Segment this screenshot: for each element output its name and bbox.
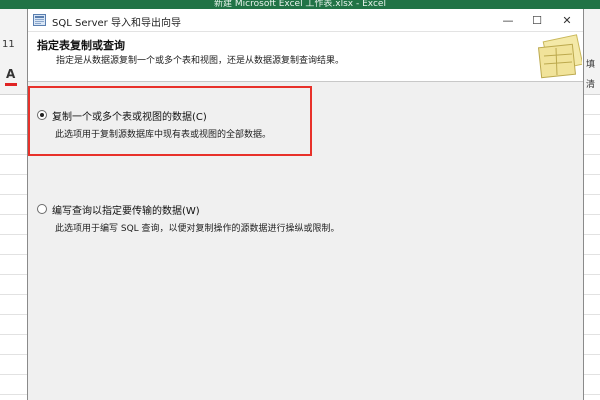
- fill-button[interactable]: 填: [586, 57, 595, 70]
- wizard-header: 指定表复制或查询 指定是从数据源复制一个或多个表和视图，还是从数据源复制查询结果…: [28, 32, 583, 82]
- option-copy-tables-description: 此选项用于复制源数据库中现有表或视图的全部数据。: [55, 130, 272, 140]
- wizard-table-icon: [537, 34, 582, 79]
- font-size-box[interactable]: 11: [2, 39, 15, 50]
- import-export-wizard-dialog: SQL Server 导入和导出向导 — ☐ ✕ 指定表复制或查询 指定是从数据…: [27, 9, 584, 400]
- minimize-button[interactable]: —: [493, 9, 523, 32]
- sql-server-icon: [33, 14, 46, 26]
- radio-write-query[interactable]: [37, 204, 47, 214]
- excel-left-panel: 11 A: [0, 9, 27, 400]
- option-write-query-description: 此选项用于编写 SQL 查询，以便对复制操作的源数据进行操纵或限制。: [55, 224, 340, 234]
- close-button[interactable]: ✕: [552, 9, 582, 32]
- excel-right-panel: 填 清: [584, 9, 600, 400]
- dialog-titlebar[interactable]: SQL Server 导入和导出向导 — ☐ ✕: [28, 9, 583, 32]
- maximize-button[interactable]: ☐: [522, 9, 552, 32]
- option-copy-tables-label[interactable]: 复制一个或多个表或视图的数据(C): [52, 108, 207, 123]
- excel-ribbon-left: 11 A: [0, 9, 27, 95]
- worksheet-grid-left[interactable]: [0, 95, 27, 400]
- font-color-swatch: [5, 83, 17, 86]
- clear-button[interactable]: 清: [586, 77, 595, 90]
- option-write-query-label[interactable]: 编写查询以指定要传输的数据(W): [52, 202, 200, 217]
- radio-copy-tables[interactable]: [37, 110, 47, 120]
- page-title: 指定表复制或查询: [37, 39, 125, 52]
- page-subtitle: 指定是从数据源复制一个或多个表和视图，还是从数据源复制查询结果。: [56, 56, 345, 66]
- excel-window-title: 新建 Microsoft Excel 工作表.xlsx - Excel: [214, 0, 386, 9]
- excel-titlebar: 新建 Microsoft Excel 工作表.xlsx - Excel: [0, 0, 600, 9]
- excel-ribbon-right: 填 清: [584, 9, 600, 95]
- worksheet-grid-right[interactable]: [584, 95, 600, 400]
- dialog-title: SQL Server 导入和导出向导: [52, 18, 181, 29]
- font-color-icon[interactable]: A: [6, 67, 15, 81]
